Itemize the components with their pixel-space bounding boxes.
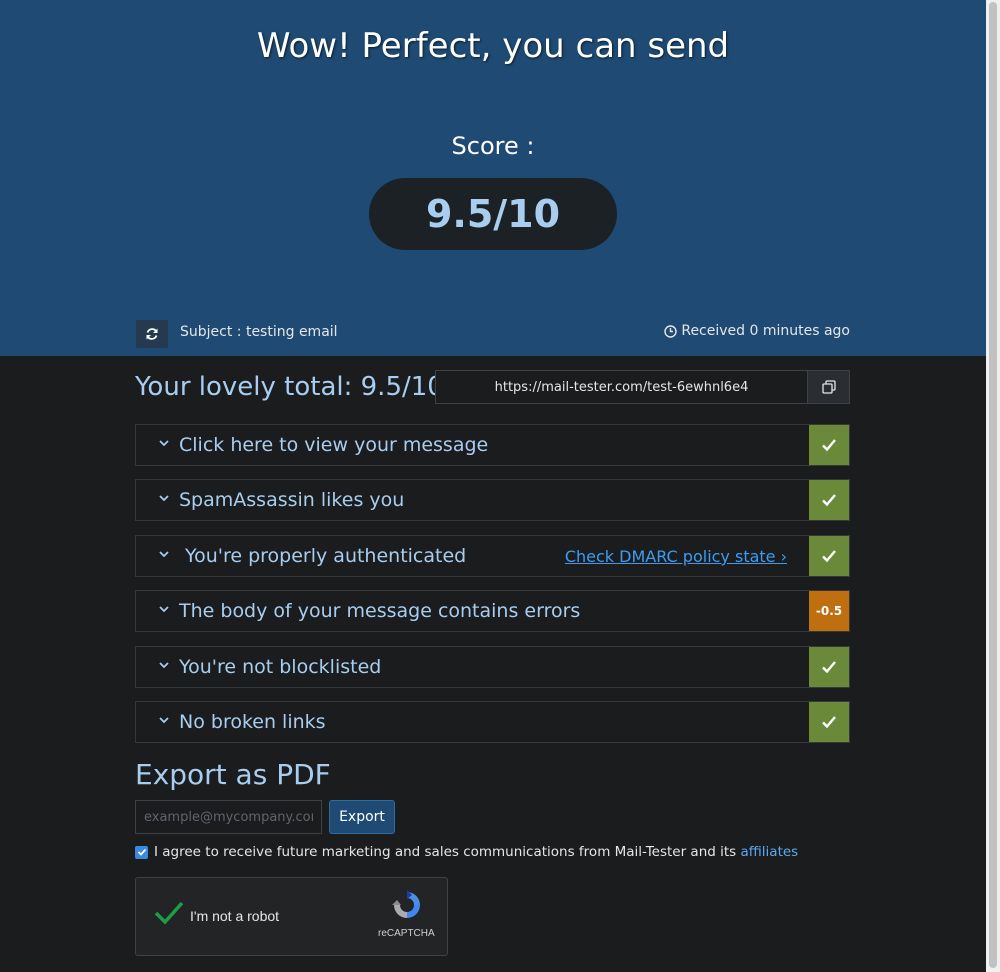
refresh-button[interactable] [136,320,168,348]
scrollbar-thumb[interactable] [989,2,997,968]
affiliates-link[interactable]: affiliates [740,844,798,860]
captcha-checkmark-icon [154,901,184,925]
status-badge-ok [809,536,849,576]
page: Wow! Perfect, you can send Score : 9.5/1… [0,0,986,972]
export-pdf-title: Export as PDF [135,758,331,791]
dmarc-policy-link[interactable]: Check DMARC policy state › [565,547,787,566]
result-headline: Wow! Perfect, you can send [256,26,730,66]
captcha-brand: reCAPTCHA [378,928,435,939]
checkmark-icon [137,848,146,856]
received-time: Received 0 minutes ago [664,323,850,339]
status-badge-ok [809,702,849,742]
score-value: 9.5/10 [425,192,561,236]
consent-text: I agree to receive future marketing and … [154,844,798,860]
checkmark-icon [822,661,836,674]
test-url-field[interactable]: https://mail-tester.com/test-6ewhnl6e4 [435,370,807,404]
check-row-blocklist[interactable]: You're not blocklisted [135,646,850,688]
score-header: Wow! Perfect, you can send Score : 9.5/1… [0,0,986,356]
check-label: You're properly authenticated [185,545,467,567]
check-label: You're not blocklisted [179,656,382,678]
chevron-down-icon [159,606,169,613]
recaptcha-logo-icon [392,890,420,918]
chevron-down-icon [159,495,169,502]
status-badge-penalty: -0.5 [809,591,849,631]
consent-checkbox[interactable] [135,845,148,859]
chevron-down-icon [159,440,169,447]
chevron-down-icon [159,551,169,558]
check-label: The body of your message contains errors [179,600,581,622]
check-row-view-message[interactable]: Click here to view your message [135,424,850,466]
test-url-text: https://mail-tester.com/test-6ewhnl6e4 [494,379,749,395]
email-subject: Subject : testing email [180,324,338,340]
checkmark-icon [822,550,836,563]
captcha-label: I'm not a robot [190,908,280,924]
score-badge: 9.5/10 [369,178,617,250]
status-badge-ok [809,647,849,687]
export-button[interactable]: Export [329,800,395,834]
status-badge-ok [809,425,849,465]
check-row-body-errors[interactable]: The body of your message contains errors… [135,590,850,632]
refresh-icon [146,328,158,340]
score-label: Score : [451,132,535,160]
consent-label: I agree to receive future marketing and … [154,844,741,860]
check-label: No broken links [179,711,326,733]
recaptcha-widget[interactable]: I'm not a robot reCAPTCHA [135,877,448,956]
check-row-spamassassin[interactable]: SpamAssassin likes you [135,479,850,521]
received-text: Received 0 minutes ago [681,323,850,339]
check-row-broken-links[interactable]: No broken links [135,701,850,743]
clock-icon [664,324,678,338]
check-label: Click here to view your message [179,434,489,456]
checkmark-icon [822,494,836,507]
check-label: SpamAssassin likes you [179,489,405,511]
marketing-consent: I agree to receive future marketing and … [135,844,798,860]
chevron-down-icon [159,717,169,724]
chevron-down-icon [159,662,169,669]
copy-icon [821,380,836,394]
total-score-title: Your lovely total: 9.5/10 [135,372,444,402]
checkmark-icon [822,439,836,452]
checkmark-icon [822,716,836,729]
copy-url-button[interactable] [807,370,850,404]
export-email-input[interactable] [135,800,322,834]
status-badge-ok [809,480,849,520]
check-row-authentication[interactable]: You're properly authenticated Check DMAR… [135,535,850,577]
